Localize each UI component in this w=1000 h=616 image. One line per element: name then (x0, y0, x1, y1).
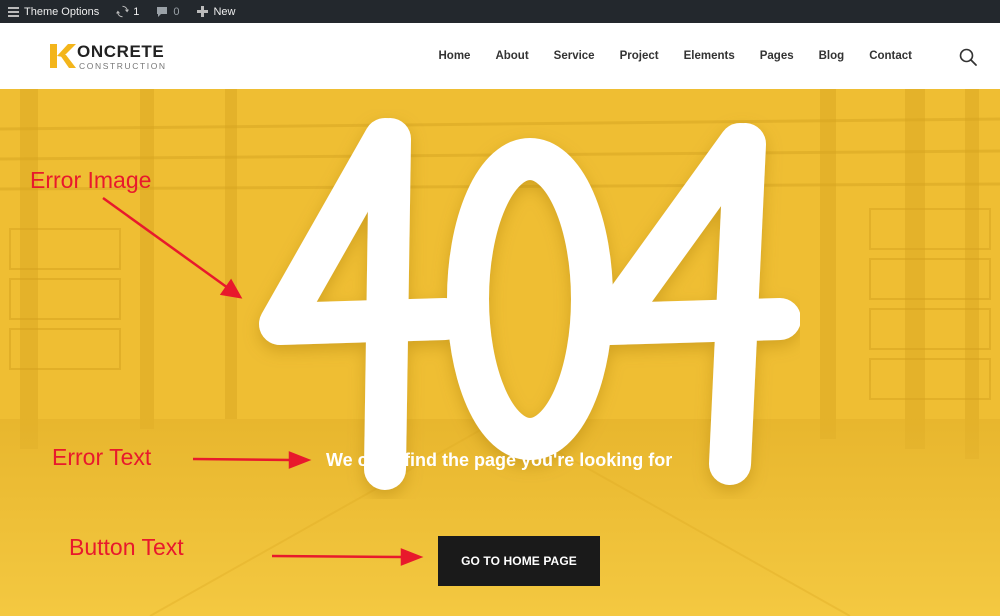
nav-pages[interactable]: Pages (760, 50, 794, 62)
logo-k-icon (50, 44, 76, 68)
nav-about[interactable]: About (495, 50, 528, 62)
new-label: New (213, 5, 236, 18)
comment-icon (155, 5, 169, 19)
nav-home[interactable]: Home (438, 50, 470, 62)
nav-blog[interactable]: Blog (819, 50, 845, 62)
error-404-image (259, 118, 800, 490)
nav-service[interactable]: Service (554, 50, 595, 62)
theme-options-label: Theme Options (24, 5, 100, 18)
annotation-error-text: Error Text (52, 444, 152, 470)
admin-bar: Theme Options 1 0 New (0, 0, 1000, 23)
nav-elements[interactable]: Elements (684, 50, 735, 62)
site-header: ONCRETE CONSTRUCTION Home About Service … (0, 23, 1000, 89)
annotation-error-image: Error Image (30, 167, 152, 193)
nav-project[interactable]: Project (620, 50, 659, 62)
go-home-button[interactable]: GO TO HOME PAGE (438, 536, 600, 586)
search-icon[interactable] (958, 47, 978, 67)
updates-item[interactable]: 1 (109, 0, 145, 23)
menu-icon (6, 5, 20, 19)
logo-name: ONCRETE (77, 42, 165, 61)
annotation-button-text: Button Text (69, 534, 184, 560)
updates-count: 1 (133, 5, 140, 18)
comments-count: 0 (173, 5, 180, 18)
update-icon (115, 5, 129, 19)
comments-item[interactable]: 0 (149, 0, 185, 23)
nav-contact[interactable]: Contact (869, 50, 912, 62)
error-message: We can't find the page you're looking fo… (326, 450, 673, 470)
theme-options-item[interactable]: Theme Options (0, 0, 105, 23)
logo-tagline: CONSTRUCTION (79, 61, 167, 71)
main-nav: Home About Service Project Elements Page… (413, 23, 912, 89)
plus-icon (195, 5, 209, 19)
site-logo[interactable]: ONCRETE CONSTRUCTION (48, 42, 167, 72)
new-item[interactable]: New (189, 0, 241, 23)
